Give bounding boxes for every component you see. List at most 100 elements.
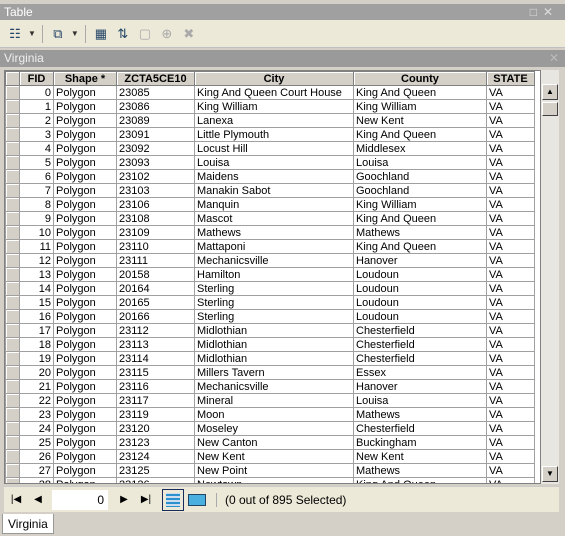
table-cell[interactable]: 14 [19,281,54,296]
next-record-icon[interactable]: ▶ [114,494,134,505]
row-selector[interactable] [5,477,20,483]
table-cell[interactable]: VA [486,267,535,282]
table-cell[interactable]: Midlothian [194,337,354,352]
show-selected-records-icon[interactable] [188,493,206,506]
column-header[interactable]: STATE [486,71,535,86]
row-selector[interactable] [5,225,20,240]
table-cell[interactable]: Mathews [194,225,354,240]
table-cell[interactable]: Goochland [353,183,487,198]
table-cell[interactable]: Polygon [53,421,117,436]
maximize-icon[interactable]: □ [530,5,543,19]
table-cell[interactable]: 8 [19,197,54,212]
table-cell[interactable]: Polygon [53,365,117,380]
table-cell[interactable]: Maidens [194,169,354,184]
table-cell[interactable]: 23126 [116,477,195,483]
column-header[interactable]: FID [19,71,54,86]
table-cell[interactable]: New Kent [353,449,487,464]
select-by-attributes-icon[interactable]: ▦ [92,25,110,43]
table-cell[interactable]: 23125 [116,463,195,478]
table-row[interactable]: 7 Polygon 23103 Manakin Sabot Goochland VA [5,183,535,198]
table-cell[interactable]: Sterling [194,281,354,296]
table-row[interactable]: 8 Polygon 23106 Manquin King William VA [5,197,535,212]
table-cell[interactable]: Polygon [53,379,117,394]
table-cell[interactable]: VA [486,239,535,254]
table-row[interactable]: 6 Polygon 23102 Maidens Goochland VA [5,169,535,184]
table-cell[interactable]: VA [486,253,535,268]
close-icon[interactable]: ✕ [549,50,559,67]
clear-selection-icon[interactable]: ▢ [136,25,154,43]
row-selector[interactable] [5,449,20,464]
table-cell[interactable]: 20164 [116,281,195,296]
table-cell[interactable]: VA [486,407,535,422]
table-cell[interactable]: 23116 [116,379,195,394]
table-cell[interactable]: Loudoun [353,295,487,310]
table-cell[interactable]: Goochland [353,169,487,184]
table-cell[interactable]: 4 [19,141,54,156]
table-row[interactable]: 9 Polygon 23108 Mascot King And Queen VA [5,211,535,226]
table-row[interactable]: 26 Polygon 23124 New Kent New Kent VA [5,449,535,464]
table-cell[interactable]: VA [486,477,535,483]
row-selector[interactable] [5,393,20,408]
table-cell[interactable]: Polygon [53,449,117,464]
table-cell[interactable]: Polygon [53,267,117,282]
table-cell[interactable]: VA [486,155,535,170]
table-cell[interactable]: Chesterfield [353,421,487,436]
row-selector[interactable] [5,239,20,254]
table-cell[interactable]: Polygon [53,351,117,366]
table-row[interactable]: 12 Polygon 23111 Mechanicsville Hanover VA [5,253,535,268]
table-cell[interactable]: Polygon [53,155,117,170]
table-cell[interactable]: Middlesex [353,141,487,156]
row-selector[interactable] [5,99,20,114]
table-cell[interactable]: Polygon [53,281,117,296]
table-row[interactable]: 13 Polygon 20158 Hamilton Loudoun VA [5,267,535,282]
table-cell[interactable]: VA [486,323,535,338]
table-cell[interactable]: 23123 [116,435,195,450]
table-cell[interactable]: Midlothian [194,323,354,338]
table-cell[interactable]: 5 [19,155,54,170]
table-row[interactable]: 16 Polygon 20166 Sterling Loudoun VA [5,309,535,324]
table-row[interactable]: 3 Polygon 23091 Little Plymouth King And Que… [5,127,535,142]
table-cell[interactable]: 23086 [116,99,195,114]
table-cell[interactable]: VA [486,113,535,128]
table-cell[interactable]: 28 [19,477,54,483]
table-cell[interactable]: 1 [19,99,54,114]
table-cell[interactable]: Mascot [194,211,354,226]
table-cell[interactable]: 27 [19,463,54,478]
table-cell[interactable]: Manquin [194,197,354,212]
row-selector[interactable] [5,379,20,394]
table-cell[interactable]: Polygon [53,85,117,100]
table-cell[interactable]: 23106 [116,197,195,212]
table-cell[interactable]: 23093 [116,155,195,170]
table-cell[interactable]: Polygon [53,253,117,268]
table-cell[interactable]: Chesterfield [353,323,487,338]
table-cell[interactable]: VA [486,379,535,394]
table-cell[interactable]: Mathews [353,407,487,422]
table-row[interactable]: 15 Polygon 20165 Sterling Loudoun VA [5,295,535,310]
table-cell[interactable]: Mathews [353,463,487,478]
table-cell[interactable]: VA [486,85,535,100]
table-cell[interactable]: 23109 [116,225,195,240]
table-cell[interactable]: Buckingham [353,435,487,450]
row-selector[interactable] [5,323,20,338]
table-row[interactable]: 21 Polygon 23116 Mechanicsville Hanover VA [5,379,535,394]
table-cell[interactable]: Mattaponi [194,239,354,254]
table-cell[interactable]: 23092 [116,141,195,156]
table-cell[interactable]: King And Queen [353,211,487,226]
table-cell[interactable]: Polygon [53,309,117,324]
table-cell[interactable]: 20165 [116,295,195,310]
table-cell[interactable]: 23119 [116,407,195,422]
table-cell[interactable]: Mechanicsville [194,379,354,394]
table-cell[interactable]: VA [486,99,535,114]
table-cell[interactable]: 23112 [116,323,195,338]
table-cell[interactable]: 20158 [116,267,195,282]
row-selector[interactable] [5,183,20,198]
table-cell[interactable]: Polygon [53,393,117,408]
table-cell[interactable]: VA [486,295,535,310]
table-row[interactable]: 28Polygon23126NewtownKing And QueenVA [5,477,535,483]
row-selector[interactable] [5,295,20,310]
table-cell[interactable]: Polygon [53,197,117,212]
row-selector[interactable] [5,127,20,142]
row-selector[interactable] [5,169,20,184]
table-cell[interactable]: Chesterfield [353,351,487,366]
table-cell[interactable]: Hamilton [194,267,354,282]
